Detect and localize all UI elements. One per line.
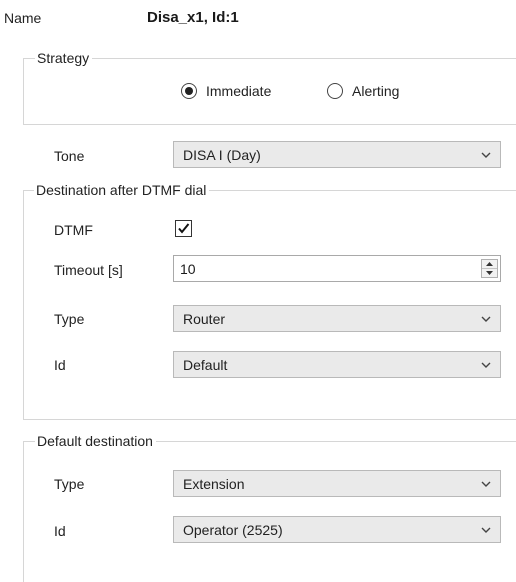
default-id-dropdown[interactable]: Operator (2525) — [173, 516, 501, 543]
chevron-down-icon — [472, 481, 500, 487]
radio-alerting-indicator[interactable] — [327, 83, 343, 99]
dtmf-id-label: Id — [54, 357, 66, 373]
timeout-value: 10 — [180, 260, 196, 277]
default-id-value: Operator (2525) — [183, 521, 283, 538]
checkmark-icon — [178, 223, 190, 234]
strategy-legend: Strategy — [35, 50, 93, 66]
timeout-input[interactable]: 10 — [173, 255, 501, 282]
tone-label: Tone — [54, 148, 85, 164]
tone-value: DISA I (Day) — [183, 146, 261, 163]
default-destination-legend: Default destination — [35, 433, 156, 449]
default-destination-group — [23, 441, 516, 582]
timeout-spinner[interactable] — [481, 259, 498, 278]
radio-immediate-indicator[interactable] — [181, 83, 197, 99]
dtmf-checkbox[interactable] — [175, 220, 192, 237]
tone-dropdown[interactable]: DISA I (Day) — [173, 141, 501, 168]
default-id-label: Id — [54, 523, 66, 539]
default-type-label: Type — [54, 476, 85, 492]
dtmf-destination-legend: Destination after DTMF dial — [34, 182, 210, 198]
dtmf-id-dropdown[interactable]: Default — [173, 351, 501, 378]
chevron-down-icon — [472, 152, 500, 158]
dtmf-type-dropdown[interactable]: Router — [173, 305, 501, 332]
chevron-down-icon — [472, 527, 500, 533]
spin-up-icon[interactable] — [482, 260, 497, 268]
radio-immediate-label[interactable]: Immediate — [206, 83, 271, 99]
radio-alerting-label[interactable]: Alerting — [352, 83, 399, 99]
spin-down-icon[interactable] — [482, 268, 497, 277]
timeout-label: Timeout [s] — [54, 262, 123, 278]
name-label: Name — [4, 10, 42, 26]
default-type-value: Extension — [183, 475, 245, 492]
default-type-dropdown[interactable]: Extension — [173, 470, 501, 497]
dtmf-type-label: Type — [54, 311, 85, 327]
dtmf-type-value: Router — [183, 310, 226, 327]
dtmf-id-value: Default — [183, 356, 228, 373]
chevron-down-icon — [472, 316, 500, 322]
chevron-down-icon — [472, 362, 500, 368]
dtmf-label: DTMF — [54, 222, 93, 238]
name-value: Disa_x1, Id:1 — [147, 9, 239, 26]
